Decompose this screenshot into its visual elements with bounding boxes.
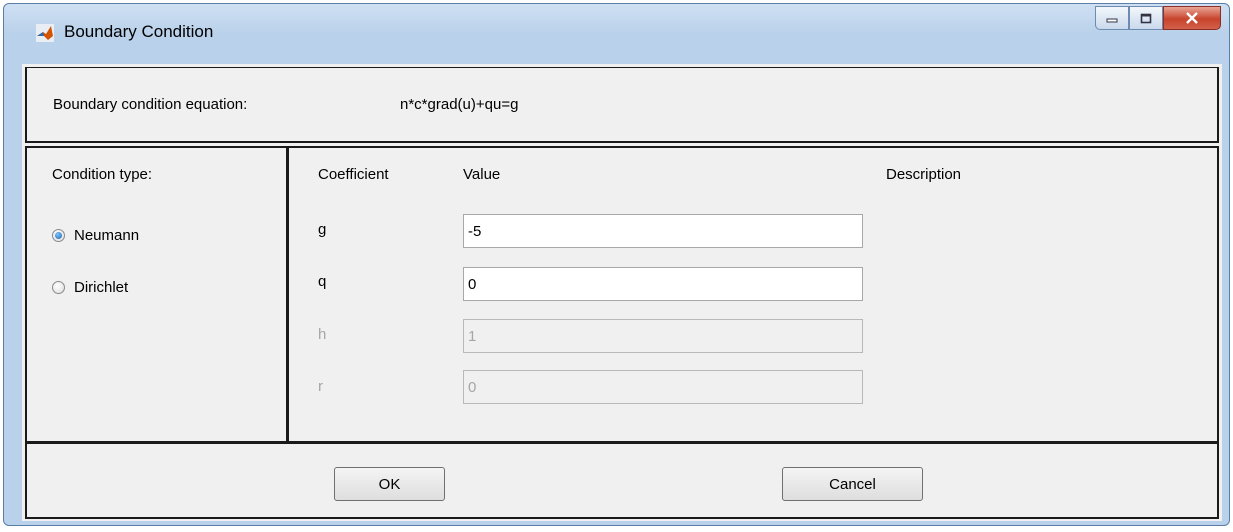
minimize-button[interactable]: [1095, 6, 1129, 30]
close-button[interactable]: [1163, 6, 1221, 30]
coefficient-name-h: h: [318, 326, 327, 343]
equation-value: n*c*grad(u)+qu=g: [400, 96, 519, 113]
radio-dirichlet-label: Dirichlet: [74, 279, 129, 296]
title-bar[interactable]: Boundary Condition: [4, 4, 1229, 59]
close-icon: [1186, 12, 1198, 24]
coefficient-name-r: r: [318, 378, 323, 395]
condition-type-label: Condition type:: [52, 166, 153, 183]
condition-type-panel: Condition type: Neumann Dirichlet: [25, 146, 289, 444]
maximize-button[interactable]: [1129, 6, 1163, 30]
coefficient-name-q: q: [318, 273, 327, 290]
maximize-icon: [1140, 13, 1152, 23]
value-field-r: 0: [463, 370, 863, 404]
radio-neumann[interactable]: Neumann: [52, 227, 139, 244]
radio-selected-icon[interactable]: [52, 229, 65, 242]
window-title: Boundary Condition: [64, 22, 214, 41]
value-header: Value: [463, 166, 501, 183]
value-field-q[interactable]: 0: [463, 267, 863, 301]
coefficients-panel: Coefficient Value Description g -5 q 0 h…: [286, 146, 1219, 444]
radio-neumann-label: Neumann: [74, 227, 140, 244]
equation-panel: Boundary condition equation: n*c*grad(u)…: [25, 67, 1219, 143]
matlab-icon: [36, 24, 54, 42]
value-field-h: 1: [463, 319, 863, 353]
cancel-button[interactable]: Cancel: [782, 467, 923, 501]
radio-unselected-icon[interactable]: [52, 281, 65, 294]
coefficient-header: Coefficient: [318, 166, 389, 183]
dialog-content: Boundary condition equation: n*c*grad(u)…: [22, 64, 1222, 521]
description-header: Description: [886, 166, 962, 183]
radio-dirichlet[interactable]: Dirichlet: [52, 279, 128, 296]
minimize-icon: [1106, 18, 1118, 23]
coefficient-name-g: g: [318, 221, 327, 238]
dialog-window: Boundary Condition Boundary condition eq…: [3, 3, 1230, 526]
equation-label: Boundary condition equation:: [53, 96, 248, 113]
ok-button[interactable]: OK: [334, 467, 445, 501]
value-field-g[interactable]: -5: [463, 214, 863, 248]
button-panel: OK Cancel: [25, 441, 1219, 519]
